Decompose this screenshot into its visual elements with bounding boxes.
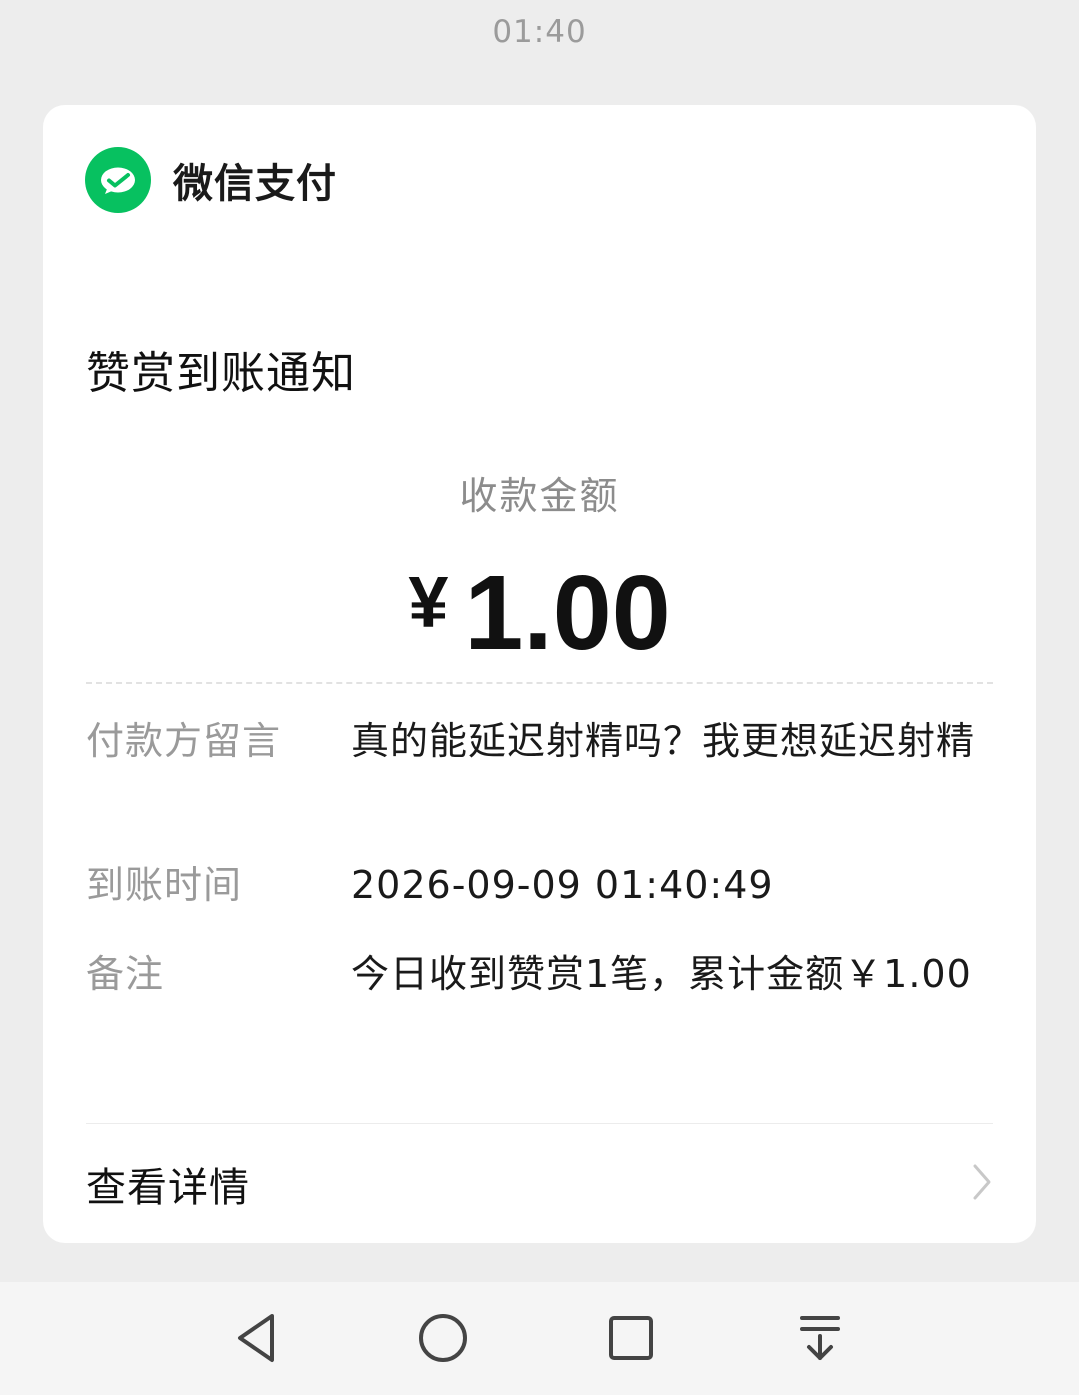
amount-label: 收款金额 bbox=[459, 474, 620, 518]
status-bar-time: 01:40 bbox=[492, 14, 587, 50]
home-circle-icon[interactable] bbox=[413, 1308, 473, 1368]
chevron-right-icon bbox=[971, 1162, 993, 1206]
brand-name: 微信支付 bbox=[173, 161, 337, 207]
arrival-time-value: 2026-09-09 01:40:49 bbox=[351, 863, 774, 907]
arrival-time-label: 到账时间 bbox=[86, 863, 243, 907]
notification-pulldown-icon[interactable] bbox=[790, 1308, 850, 1368]
notification-title: 赞赏到账通知 bbox=[86, 348, 356, 399]
divider bbox=[86, 1123, 993, 1124]
payer-message-label: 付款方留言 bbox=[86, 719, 282, 763]
back-triangle-icon[interactable] bbox=[225, 1308, 285, 1368]
amount-value: 1.00 bbox=[464, 554, 671, 672]
brand-header: 微信支付 bbox=[85, 147, 337, 213]
amount-display: ¥1.00 bbox=[43, 560, 1036, 666]
remark-label: 备注 bbox=[86, 952, 165, 996]
view-details-label: 查看详情 bbox=[86, 1165, 250, 1211]
payer-message-value: 真的能延迟射精吗？我更想延迟射精 bbox=[351, 719, 976, 763]
currency-symbol: ¥ bbox=[408, 563, 449, 643]
dashed-divider bbox=[86, 682, 993, 684]
recents-square-icon[interactable] bbox=[601, 1308, 661, 1368]
wechat-pay-logo-icon bbox=[85, 147, 151, 213]
view-details-button[interactable]: 查看详情 bbox=[86, 1125, 993, 1243]
system-navigation-bar bbox=[0, 1282, 1079, 1395]
remark-value: 今日收到赞赏1笔，累计金额￥1.00 bbox=[351, 952, 972, 996]
payment-notification-card: 微信支付 赞赏到账通知 收款金额 ¥1.00 付款方留言 真的能延迟射精吗？我更… bbox=[43, 105, 1036, 1243]
